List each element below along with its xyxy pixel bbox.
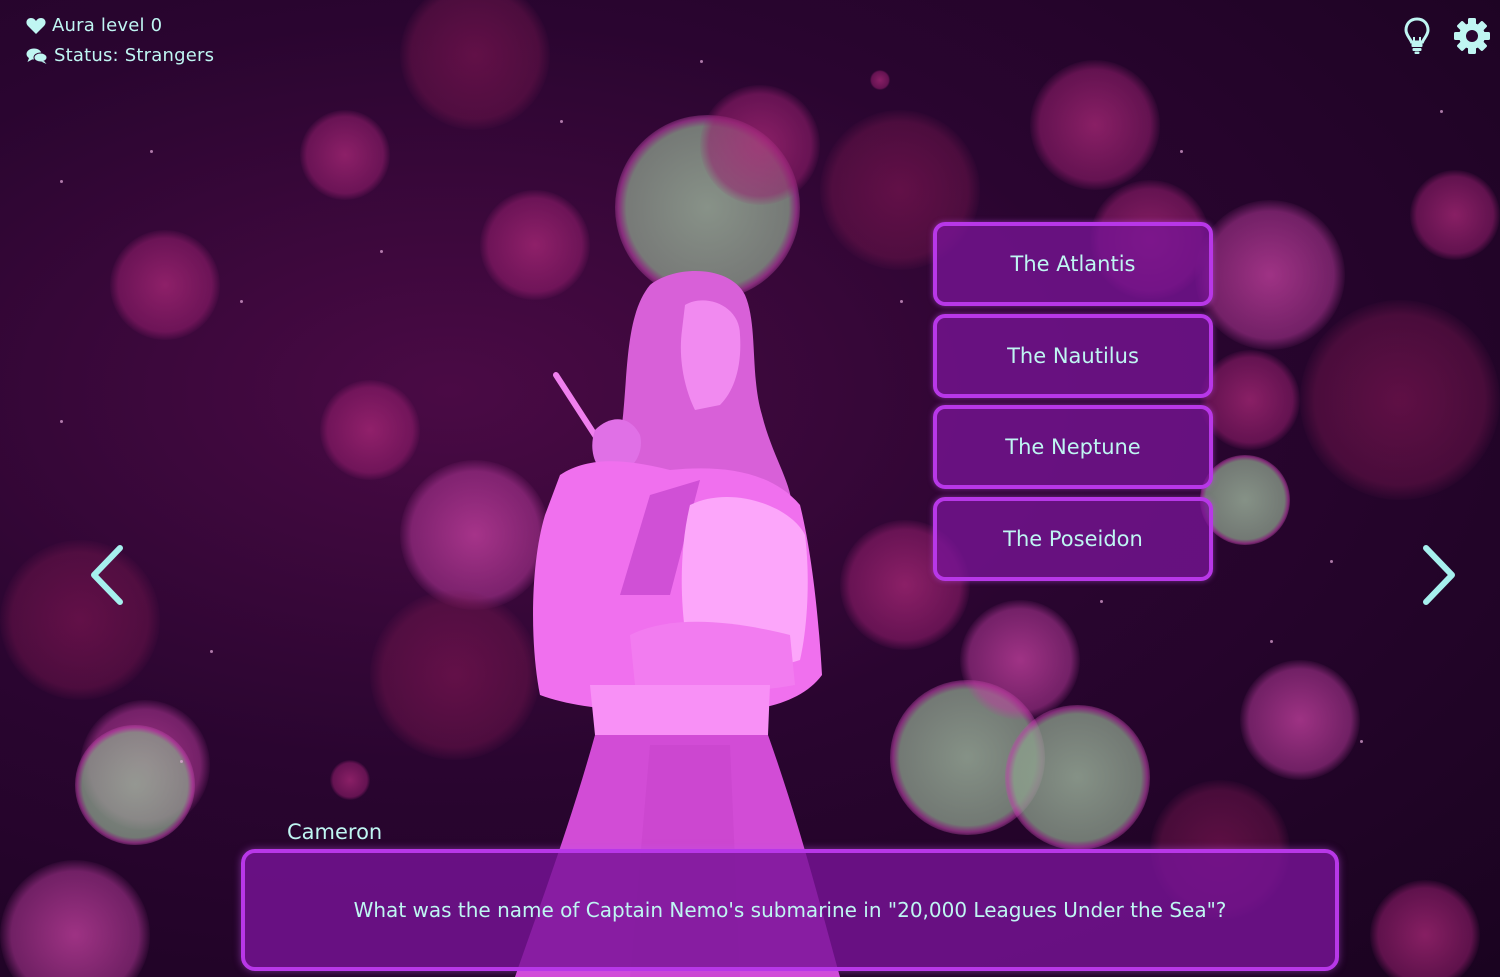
answer-choice-1[interactable]: The Atlantis [933,222,1213,306]
dialogue-box[interactable]: What was the name of Captain Nemo's subm… [241,849,1339,971]
chevron-right-icon [1423,545,1455,605]
aura-level-label: Aura level 0 [52,15,163,36]
relationship-status-label: Status: Strangers [54,45,215,66]
hint-button[interactable] [1397,17,1437,59]
aura-level-indicator: Aura level 0 [26,15,162,36]
gear-icon [1453,17,1491,59]
answer-choice-3[interactable]: The Neptune [933,405,1213,489]
answer-choice-2[interactable]: The Nautilus [933,314,1213,398]
answer-choice-label: The Neptune [1005,435,1141,459]
settings-button[interactable] [1452,18,1492,58]
answer-choice-4[interactable]: The Poseidon [933,497,1213,581]
answer-choice-label: The Poseidon [1003,527,1143,551]
next-button[interactable] [1414,540,1464,610]
heart-icon [26,17,46,35]
chevron-left-icon [91,545,123,605]
relationship-status-indicator: Status: Strangers [26,45,214,66]
speaker-name: Cameron [287,820,383,844]
previous-button[interactable] [82,540,132,610]
dialogue-text: What was the name of Captain Nemo's subm… [353,898,1227,922]
answer-choice-label: The Atlantis [1010,252,1136,276]
lightbulb-icon [1404,17,1430,59]
answer-choice-label: The Nautilus [1007,344,1139,368]
game-scene: Aura level 0 Status: Strangers The Atlan… [0,0,1500,977]
chat-bubbles-icon [26,47,48,65]
